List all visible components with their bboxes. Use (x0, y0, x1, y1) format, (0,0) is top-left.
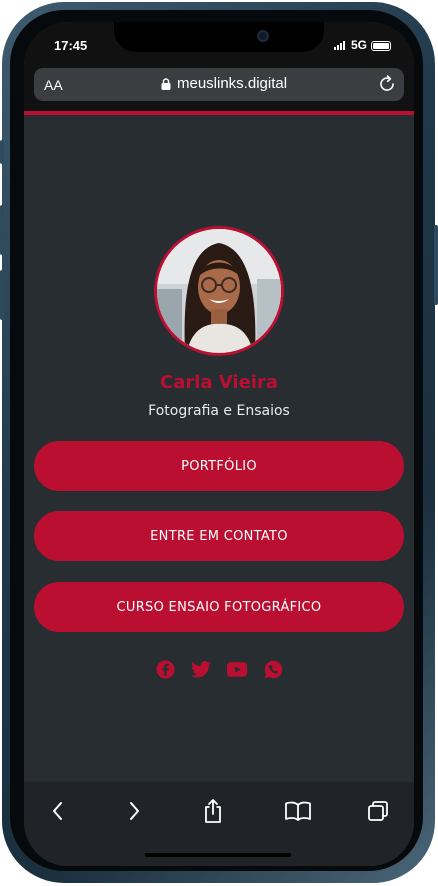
profile-tagline: Fotografia e Ensaios (148, 403, 290, 419)
course-button[interactable]: CURSO ENSAIO FOTOGRÁFICO (34, 582, 404, 632)
avatar (154, 226, 284, 356)
reload-icon[interactable] (377, 74, 397, 94)
contact-button[interactable]: ENTRE EM CONTATO (34, 511, 404, 561)
tabs-icon[interactable] (366, 798, 390, 824)
text-size-button[interactable]: AA (44, 77, 63, 93)
facebook-icon[interactable] (155, 659, 175, 679)
bookmarks-icon[interactable] (284, 798, 312, 824)
network-type: 5G (351, 38, 368, 52)
battery-icon (371, 41, 391, 51)
front-camera (257, 30, 269, 42)
notch (114, 22, 324, 52)
profile-photo (157, 229, 281, 353)
portfolio-button[interactable]: PORTFÓLIO (34, 441, 404, 491)
silent-switch (0, 140, 4, 164)
status-bar: 17:45 5G (24, 22, 414, 68)
home-indicator (145, 853, 291, 857)
browser-address-area: AA meuslinks.digital (24, 68, 414, 112)
volume-down-button (0, 270, 4, 320)
forward-icon[interactable] (122, 798, 146, 824)
screen: 17:45 5G AA meuslinks.digital Carla Viei… (24, 22, 414, 866)
profile-name: Carla Vieira (159, 372, 278, 393)
whatsapp-icon[interactable] (263, 659, 283, 679)
lock-icon (161, 78, 171, 90)
signal-icon (334, 41, 345, 50)
volume-up-button (0, 205, 4, 255)
power-button (434, 225, 438, 305)
back-icon[interactable] (46, 798, 70, 824)
accent-line (24, 111, 414, 115)
twitter-icon[interactable] (191, 659, 211, 679)
youtube-icon[interactable] (227, 659, 247, 679)
url-text[interactable]: meuslinks.digital (177, 75, 287, 92)
address-bar[interactable]: AA meuslinks.digital (34, 68, 404, 101)
status-time: 17:45 (54, 38, 88, 53)
browser-toolbar (24, 782, 414, 866)
share-icon[interactable] (201, 798, 225, 824)
social-links (155, 659, 283, 679)
